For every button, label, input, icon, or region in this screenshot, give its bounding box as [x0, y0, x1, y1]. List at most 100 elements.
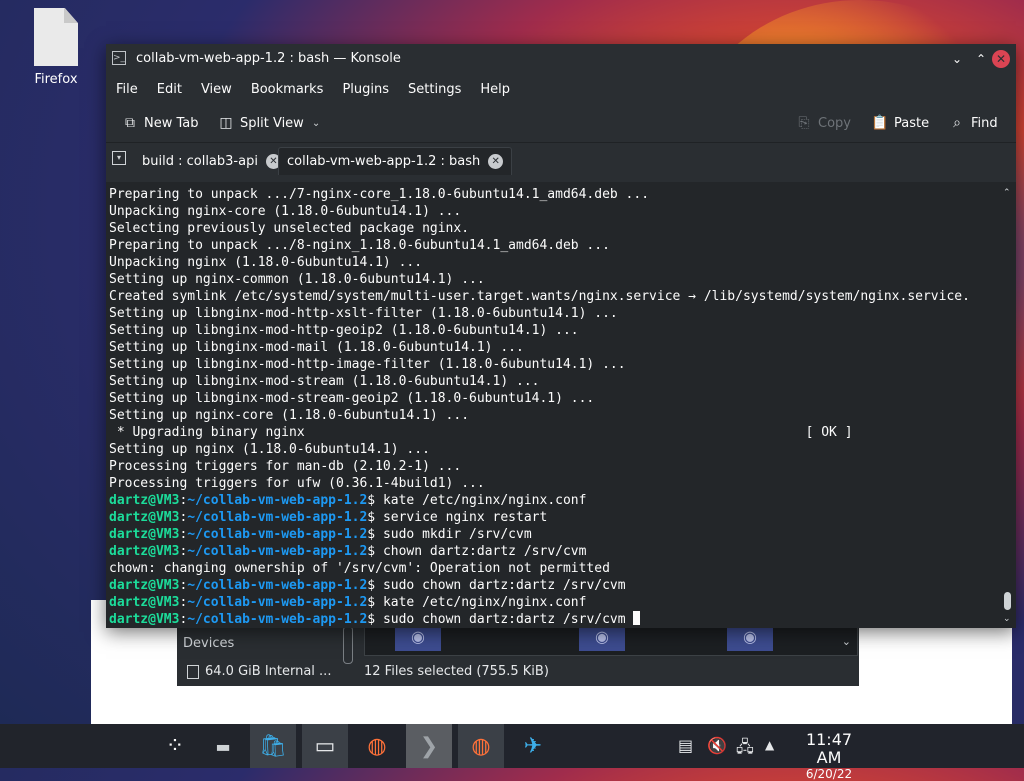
terminal-line: Setting up nginx-common (1.18.0-6ubuntu1… [109, 272, 485, 287]
paste-label: Paste [894, 115, 930, 131]
prompt-user: dartz@VM3 [109, 578, 180, 593]
tab-collab-vm[interactable]: collab-vm-web-app-1.2 : bash ✕ [278, 147, 513, 175]
menu-help[interactable]: Help [474, 82, 523, 97]
desktop-firefox-file[interactable]: Firefox [26, 8, 86, 87]
system-settings-icon[interactable]: ▬ [200, 724, 246, 768]
menu-view[interactable]: View [195, 82, 245, 97]
prompt-path: ~/collab-vm-web-app-1.2 [187, 493, 368, 508]
paste-icon: 📋 [871, 115, 889, 131]
window-title: collab-vm-web-app-1.2 : bash — Konsole [136, 51, 401, 66]
minimize-button[interactable]: ⌄ [948, 50, 966, 68]
command-text: sudo chown dartz:dartz /srv/cvm [382, 612, 626, 627]
firefox-icon[interactable]: ◍ [354, 724, 400, 768]
prompt-path: ~/collab-vm-web-app-1.2 [187, 595, 368, 610]
command-text: sudo mkdir /srv/cvm [382, 527, 532, 542]
menu-bar: File Edit View Bookmarks Plugins Setting… [106, 74, 1016, 104]
copy-label: Copy [818, 115, 851, 131]
command-text: sudo chown dartz:dartz /srv/cvm [382, 578, 626, 593]
konsole-icon[interactable]: ❯ [406, 724, 452, 768]
drive-item[interactable]: 64.0 GiB Internal ... [187, 664, 331, 679]
prompt-user: dartz@VM3 [109, 544, 180, 559]
maximize-button[interactable]: ⌃ [972, 50, 990, 68]
search-icon: ⌕ [953, 115, 961, 131]
new-tab-button[interactable]: ⧉ New Tab [122, 112, 199, 134]
terminal-line: Unpacking nginx (1.18.0-6ubuntu14.1) ... [109, 255, 423, 270]
terminal-view[interactable]: Preparing to unpack .../7-nginx-core_1.1… [106, 182, 1016, 628]
title-bar[interactable]: >_ collab-vm-web-app-1.2 : bash — Konsol… [106, 44, 1016, 74]
tray-expand-icon[interactable]: ▲ [765, 738, 774, 752]
terminal-line: Setting up libnginx-mod-http-xslt-filter… [109, 306, 618, 321]
terminal-line: Preparing to unpack .../8-nginx_1.18.0-6… [109, 238, 610, 253]
network-icon[interactable]: 🖧 [736, 736, 754, 763]
terminal-line: chown: changing ownership of '/srv/cvm':… [109, 561, 610, 576]
clipboard-icon[interactable]: ▤ [678, 736, 693, 755]
menu-file[interactable]: File [110, 82, 151, 97]
copy-button[interactable]: ⎘ Copy [796, 112, 851, 134]
terminal-scrollbar[interactable]: ⌃ ⌄ [1003, 188, 1013, 624]
terminal-line: Setting up libnginx-mod-http-geoip2 (1.1… [109, 323, 579, 338]
prompt-user: dartz@VM3 [109, 612, 180, 627]
menu-settings[interactable]: Settings [402, 82, 474, 97]
prompt-user: dartz@VM3 [109, 595, 180, 610]
terminal-line: Setting up nginx (1.18.0-6ubuntu14.1) ..… [109, 442, 430, 457]
dolphin-files-icon[interactable]: ▭ [302, 724, 348, 768]
clock[interactable]: 11:47 AM 6/20/22 [794, 731, 864, 781]
terminal-line: Created symlink /etc/systemd/system/mult… [109, 289, 970, 304]
prompt-path: ~/collab-vm-web-app-1.2 [187, 612, 368, 627]
paste-button[interactable]: 📋 Paste [871, 112, 930, 134]
drive-label: 64.0 GiB Internal ... [205, 664, 332, 679]
prompt-path: ~/collab-vm-web-app-1.2 [187, 510, 368, 525]
terminal-line: Setting up libnginx-mod-stream-geoip2 (1… [109, 391, 595, 406]
prompt-user: dartz@VM3 [109, 493, 180, 508]
taskbar: ⁘ ▬ 🛍 ▭ ◍ ❯ ◍ ✈ ▤ 🔇 🖧 ▲ 11:47 AM 6/20/22 [0, 724, 1024, 781]
prompt-path: ~/collab-vm-web-app-1.2 [187, 527, 368, 542]
tab-label: collab-vm-web-app-1.2 : bash [287, 154, 481, 169]
terminal-line: Setting up libnginx-mod-mail (1.18.0-6ub… [109, 340, 524, 355]
prompt-path: ~/collab-vm-web-app-1.2 [187, 578, 368, 593]
split-view-label: Split View [240, 115, 304, 131]
new-tab-label: New Tab [144, 115, 199, 131]
split-view-icon: ◫ [219, 115, 233, 131]
prompt-path: ~/collab-vm-web-app-1.2 [187, 544, 368, 559]
prompt-user: dartz@VM3 [109, 527, 180, 542]
menu-plugins[interactable]: Plugins [336, 82, 402, 97]
scroll-down-icon[interactable]: ⌄ [1003, 614, 1011, 624]
devices-heading: Devices [183, 636, 235, 651]
text-cursor [633, 611, 641, 625]
clock-time: 11:47 AM [805, 730, 853, 767]
menu-edit[interactable]: Edit [151, 82, 195, 97]
firefox-icon[interactable]: ◍ [458, 724, 504, 768]
terminal-line: Unpacking nginx-core (1.18.0-6ubuntu14.1… [109, 204, 462, 219]
scroll-up-icon[interactable]: ⌃ [1003, 188, 1011, 198]
places-scrollbar[interactable] [343, 626, 353, 664]
new-tab-menu-icon[interactable]: ▾ [112, 151, 126, 165]
remote-desktop-icon[interactable]: ✈ [510, 724, 556, 768]
chevron-down-icon[interactable]: ⌄ [312, 118, 320, 129]
terminal-line: * Upgrading binary nginx [ OK ] [109, 425, 853, 440]
copy-icon: ⎘ [798, 115, 810, 131]
terminal-line: Selecting previously unselected package … [109, 221, 470, 236]
terminal-output: Preparing to unpack .../7-nginx-core_1.1… [109, 187, 970, 627]
desktop-icon-label: Firefox [34, 72, 78, 87]
command-text: chown dartz:dartz /srv/cvm [382, 544, 587, 559]
volume-muted-icon[interactable]: 🔇 [707, 736, 727, 755]
drive-icon [187, 664, 199, 679]
chevron-down-icon[interactable]: ⌄ [842, 635, 851, 648]
scroll-thumb[interactable] [1004, 592, 1011, 610]
find-button[interactable]: ⌕ Find [949, 112, 998, 134]
tab-build[interactable]: build : collab3-api ✕ [134, 147, 289, 175]
command-text: service nginx restart [382, 510, 548, 525]
menu-bookmarks[interactable]: Bookmarks [245, 82, 337, 97]
command-text: kate /etc/nginx/nginx.conf [382, 493, 587, 508]
konsole-app-icon[interactable]: >_ [112, 51, 126, 65]
tab-bar: ▾ build : collab3-api ✕ collab-vm-web-ap… [106, 142, 1016, 175]
split-view-button[interactable]: ◫ Split View ⌄ [218, 112, 320, 134]
terminal-line: Processing triggers for man-db (2.10.2-1… [109, 459, 462, 474]
discover-store-icon[interactable]: 🛍 [250, 724, 296, 768]
app-launcher-icon[interactable]: ⁘ [152, 724, 198, 768]
find-label: Find [971, 115, 998, 131]
konsole-window: >_ collab-vm-web-app-1.2 : bash — Konsol… [106, 44, 1016, 628]
close-tab-icon[interactable]: ✕ [488, 154, 504, 169]
file-manager-panel: Devices 64.0 GiB Internal ... ◉ ◉ ◉ ⌄ 12… [177, 620, 859, 686]
close-button[interactable]: ✕ [992, 50, 1010, 68]
